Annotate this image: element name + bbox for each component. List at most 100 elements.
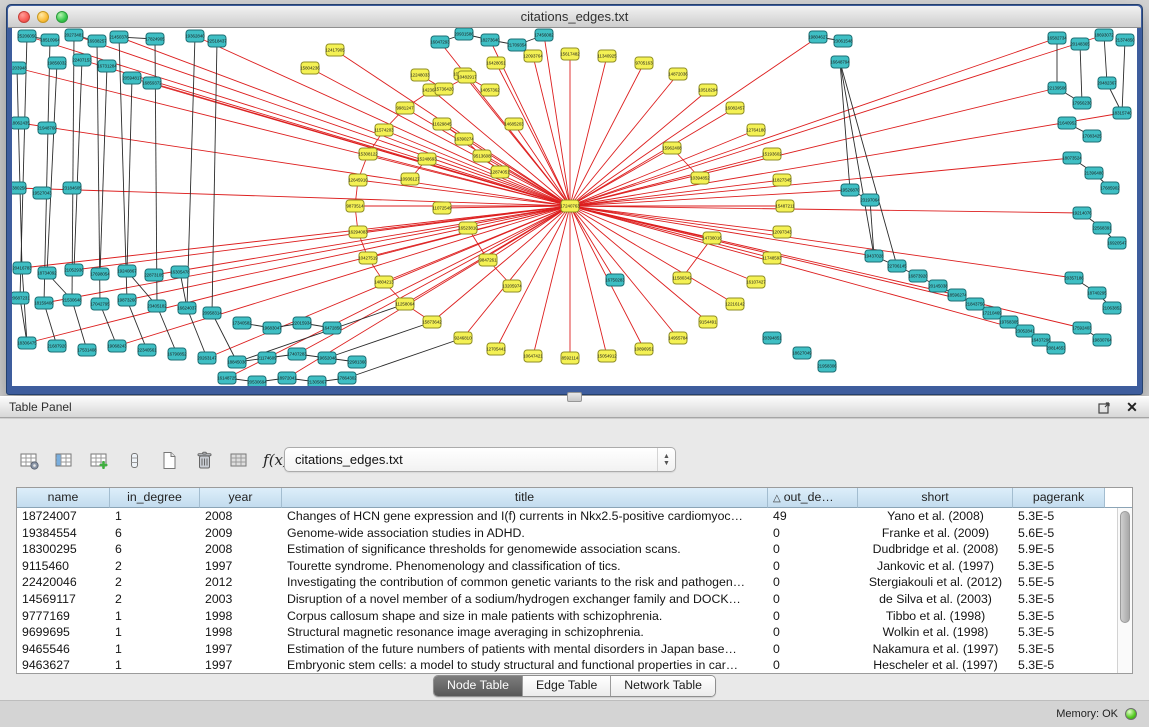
table-row[interactable]: 1938455462009Genome-wide association stu…	[17, 525, 1117, 542]
graph-edge[interactable]	[1080, 44, 1082, 103]
tab-node-table[interactable]: Node Table	[434, 676, 523, 696]
graph-edge[interactable]	[100, 66, 107, 274]
graph-node[interactable]: 21052936	[64, 264, 84, 276]
table-selector-dropdown[interactable]: citations_edges.txt ▲▼	[284, 447, 676, 472]
graph-node[interactable]: 11580342	[672, 272, 692, 284]
graph-edge[interactable]	[570, 88, 1057, 206]
graph-node[interactable]: 17083425	[1082, 130, 1102, 142]
graph-node[interactable]: 21640952	[1057, 117, 1077, 129]
graph-node[interactable]: 21687920	[47, 340, 67, 352]
graph-edge[interactable]	[570, 206, 1074, 278]
graph-node[interactable]: 16472850	[322, 322, 342, 334]
graph-node[interactable]: 19437028	[864, 250, 884, 262]
graph-node[interactable]: 25206050	[17, 30, 37, 42]
graph-edge[interactable]	[840, 62, 874, 256]
graph-node[interactable]: 21530648	[62, 294, 82, 306]
graph-node[interactable]: 11258064	[395, 298, 415, 310]
graph-node[interactable]: 15054912	[597, 350, 617, 362]
graph-node[interactable]: 21709354	[507, 39, 527, 51]
graph-node[interactable]: 16790852	[167, 348, 187, 360]
table-row[interactable]: 946554611997Estimation of the future num…	[17, 641, 1117, 658]
graph-edge[interactable]	[127, 300, 147, 350]
graph-node[interactable]: 16582734	[1047, 32, 1067, 44]
graph-edge[interactable]	[212, 41, 217, 313]
graph-node[interactable]: 13205974	[502, 280, 522, 292]
graph-node[interactable]: 15962408	[662, 142, 682, 154]
column-header-out_degree[interactable]: △out_de…	[768, 488, 858, 508]
graph-node[interactable]: 11340925	[597, 50, 617, 62]
graph-edge[interactable]	[72, 35, 74, 300]
graph-node[interactable]: 21450376	[109, 31, 129, 43]
vertical-scrollbar[interactable]	[1117, 508, 1132, 673]
column-capsule-icon[interactable]	[119, 446, 149, 474]
tab-edge-table[interactable]: Edge Table	[523, 676, 611, 696]
show-columns-icon[interactable]	[49, 446, 79, 474]
graph-node[interactable]: 19214076	[1072, 207, 1092, 219]
graph-node[interactable]: 21843750	[965, 298, 985, 310]
graph-node[interactable]: 18306475	[17, 337, 37, 349]
graph-node[interactable]: 22518437	[207, 35, 227, 47]
graph-node[interactable]: 16920547	[1107, 237, 1127, 249]
graph-node[interactable]: 18073524	[1062, 152, 1082, 164]
scrollbar-thumb[interactable]	[1120, 511, 1130, 623]
memory-ok-indicator[interactable]	[1125, 708, 1137, 720]
graph-node[interactable]: 9847261	[479, 254, 497, 266]
graph-node[interactable]: 17380256	[12, 182, 27, 194]
graph-node[interactable]: 16294083	[348, 226, 368, 238]
graph-node[interactable]: 16523810	[458, 222, 478, 234]
graph-node[interactable]: 22407153	[72, 54, 92, 66]
graph-node[interactable]: 22340561	[137, 344, 157, 356]
graph-node[interactable]: 18734092	[37, 267, 57, 279]
graph-node[interactable]: 18159406	[34, 297, 54, 309]
graph-edge[interactable]	[327, 322, 432, 358]
graph-node[interactable]: 16107427	[746, 276, 766, 288]
graph-node[interactable]: 17592403	[1072, 322, 1092, 334]
graph-node[interactable]: 17685902	[1100, 182, 1120, 194]
graph-node[interactable]: 22706145	[887, 260, 907, 272]
graph-node[interactable]: 20357186	[1064, 272, 1084, 284]
import-table-icon[interactable]	[224, 446, 254, 474]
graph-node[interactable]: 19830764	[1092, 334, 1112, 346]
graph-node[interactable]: 17456082	[534, 29, 554, 41]
graph-node[interactable]: 18062435	[12, 117, 30, 129]
graph-node[interactable]: 11748593	[762, 252, 782, 264]
graph-node[interactable]: 20530694	[247, 376, 267, 386]
graph-edge[interactable]	[74, 60, 82, 270]
graph-node[interactable]: 15736420	[434, 83, 454, 95]
graph-node[interactable]: 12216142	[725, 298, 745, 310]
table-row[interactable]: 911546021997Tourette syndrome. Phenomeno…	[17, 558, 1117, 575]
graph-edge[interactable]	[154, 206, 570, 275]
graph-node[interactable]: 16047293	[430, 36, 450, 48]
graph-node[interactable]: 17698054	[90, 268, 110, 280]
graph-node[interactable]: 22139506	[1047, 82, 1067, 94]
graph-node[interactable]: 19856032	[47, 57, 67, 69]
graph-node[interactable]: 12645910	[348, 174, 368, 186]
table-mode-icon[interactable]	[14, 446, 44, 474]
graph-node[interactable]: 17240763	[560, 200, 580, 212]
graph-node[interactable]: 18596274	[947, 289, 967, 301]
table-row[interactable]: 2242004622012Investigating the contribut…	[17, 574, 1117, 591]
column-header-short[interactable]: short	[858, 488, 1013, 508]
graph-node[interactable]: 12705441	[486, 343, 506, 355]
table-row[interactable]: 977716911998Corpus callosum shape and si…	[17, 608, 1117, 625]
graph-edge[interactable]	[570, 206, 1082, 328]
graph-node[interactable]: 21958306	[817, 360, 837, 372]
graph-node[interactable]: 9873514	[346, 200, 364, 212]
graph-edge[interactable]	[840, 62, 897, 266]
graph-node[interactable]: 15804236	[300, 62, 320, 74]
graph-node[interactable]: 19652048	[317, 352, 337, 364]
graph-node[interactable]: 14738016	[702, 232, 722, 244]
graph-node[interactable]: 9246810	[454, 332, 472, 344]
graph-node[interactable]: 15308122	[358, 148, 378, 160]
graph-node[interactable]: 17824905	[145, 33, 165, 45]
graph-node[interactable]: 16648794	[830, 56, 850, 68]
graph-node[interactable]: 18273640	[480, 34, 500, 46]
graph-node[interactable]: 16148725	[217, 372, 237, 384]
graph-node[interactable]: 20145038	[928, 280, 948, 292]
graph-node[interactable]: 16082457	[725, 102, 745, 114]
graph-node[interactable]: 18510964	[40, 34, 60, 46]
table-row[interactable]: 969969511998Structural magnetic resonanc…	[17, 624, 1117, 641]
graph-node[interactable]: 19240867	[117, 265, 137, 277]
graph-node[interactable]: 16859372	[142, 77, 162, 89]
graph-node[interactable]: 9513608	[473, 150, 491, 162]
